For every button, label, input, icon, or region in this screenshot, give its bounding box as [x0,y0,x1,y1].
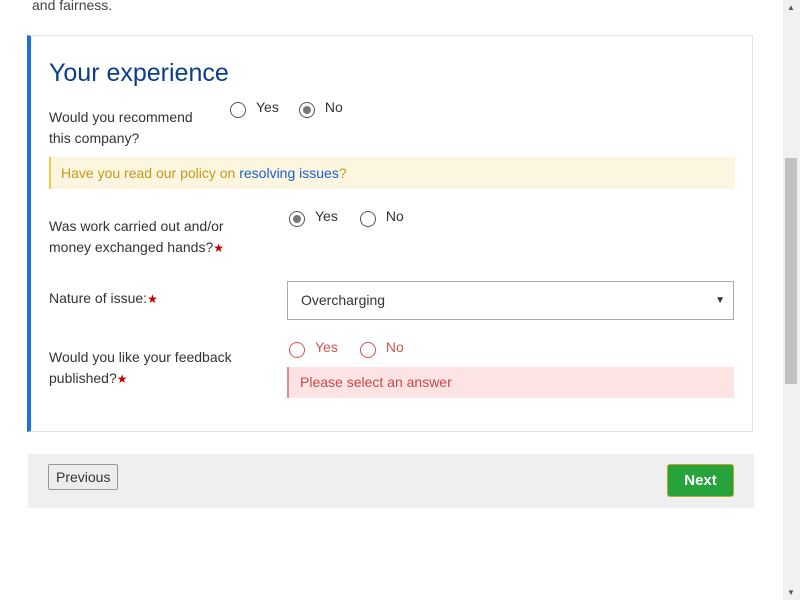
resolving-issues-link[interactable]: resolving issues [239,165,339,181]
nature-of-issue-select[interactable]: Overcharging ▼ [287,281,734,320]
work-no-option[interactable]: No [359,208,404,227]
work-no-radio[interactable] [359,211,376,227]
feedback-radio-group: Yes No [289,339,404,358]
required-marker: ★ [147,292,158,306]
work-question-label: Was work carried out and/or money exchan… [49,218,224,255]
previous-button[interactable]: Previous [48,464,119,490]
vertical-scrollbar[interactable]: ▲ ▼ [783,0,800,600]
form-navigation-bar: Previous Next [28,454,754,508]
experience-section: Your experience Would you recommend this… [27,35,753,432]
work-yes-radio[interactable] [289,211,305,227]
chevron-down-icon: ▼ [715,295,725,306]
scroll-thumb[interactable] [785,158,797,384]
recommend-radio-group: Yes No [230,99,343,118]
section-title: Your experience [49,59,229,87]
scroll-down-icon[interactable]: ▼ [787,588,795,597]
required-marker: ★ [213,241,224,255]
feedback-no-option[interactable]: No [359,339,404,358]
recommend-yes-radio[interactable] [230,102,246,118]
next-button[interactable]: Next [667,464,734,497]
feedback-yes-radio[interactable] [289,342,305,358]
recommend-no-radio[interactable] [298,102,315,118]
feedback-error-message: Please select an answer [287,367,734,398]
feedback-published-label: Would you like your feedback published?★ [49,349,232,386]
feedback-no-radio[interactable] [359,342,376,358]
recommend-no-option[interactable]: No [298,99,343,118]
intro-text-tail: and fairness. [32,0,113,13]
recommend-question-label: Would you recommend this company? [49,109,193,146]
work-yes-option[interactable]: Yes [289,208,338,227]
feedback-yes-option[interactable]: Yes [289,339,338,358]
scroll-up-icon[interactable]: ▲ [787,3,795,12]
nature-of-issue-label: Nature of issue:★ [49,290,158,306]
required-marker: ★ [116,372,128,386]
work-radio-group: Yes No [289,208,404,227]
recommend-yes-option[interactable]: Yes [230,99,279,118]
policy-notice: Have you read our policy on resolving is… [49,157,735,189]
